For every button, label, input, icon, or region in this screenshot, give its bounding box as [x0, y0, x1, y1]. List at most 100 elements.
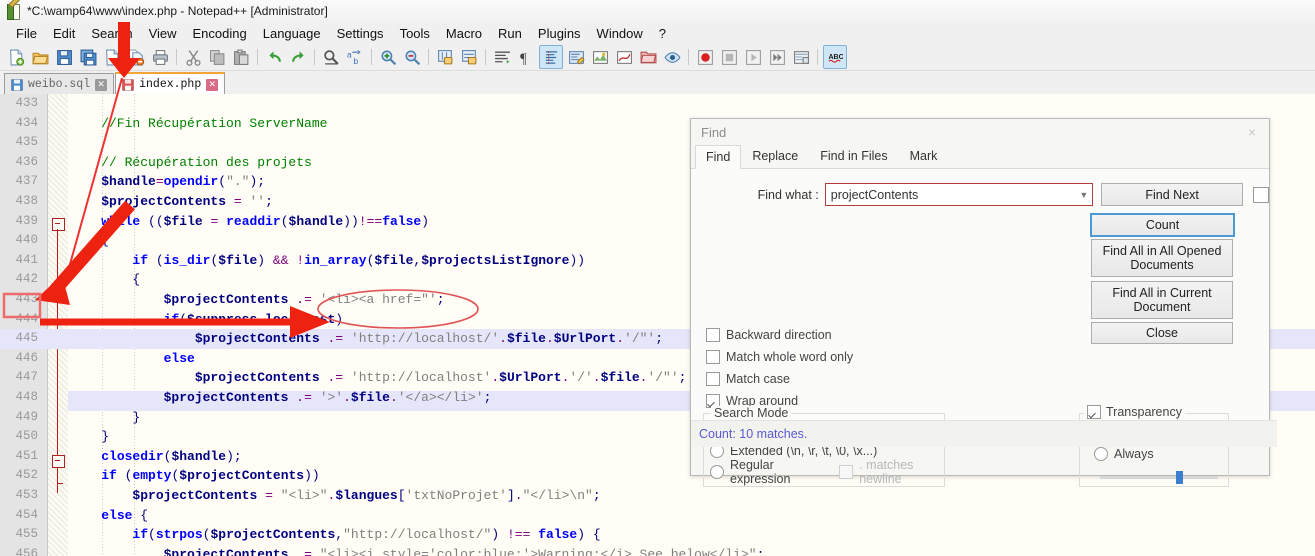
find-status-bar: Count: 10 matches. [691, 420, 1277, 447]
macro-play-icon[interactable] [742, 46, 764, 68]
copy-icon[interactable] [206, 46, 228, 68]
find-next-button[interactable]: Find Next [1101, 183, 1243, 206]
find-all-in-current-document-button[interactable]: Find All in Current Document [1091, 281, 1233, 319]
document-tab-weibo-sql[interactable]: weibo.sql ✕ [4, 73, 115, 95]
indent-guide-icon[interactable] [539, 45, 563, 69]
menu-item-tools[interactable]: Tools [392, 24, 438, 43]
checkbox[interactable] [706, 328, 720, 342]
tab-find[interactable]: Find [695, 145, 742, 169]
document-map-icon[interactable] [589, 46, 611, 68]
undo-icon[interactable] [263, 46, 285, 68]
replace-icon[interactable]: ab [344, 46, 366, 68]
tab-mark[interactable]: Mark [899, 144, 949, 168]
find-icon[interactable] [320, 46, 342, 68]
line-number: 441 [15, 252, 38, 267]
code-text: } [132, 409, 141, 425]
menu-item-help[interactable]: ? [651, 24, 674, 43]
save-all-icon[interactable] [77, 46, 99, 68]
zoom-out-icon[interactable] [401, 46, 423, 68]
toolbar-separator [176, 49, 177, 65]
close-file-icon[interactable] [101, 46, 123, 68]
dot-matches-newline-checkbox [839, 465, 854, 479]
line-number: 442 [15, 272, 38, 287]
close-icon[interactable]: × [1241, 123, 1263, 141]
code-line: 454 else { [0, 506, 1315, 526]
search-mode-regular-expression[interactable]: Regular expression . matches newline [710, 458, 944, 486]
saved-file-icon [11, 78, 23, 91]
sync-vertical-scroll-icon[interactable] [434, 46, 456, 68]
checkbox[interactable] [706, 350, 720, 364]
close-button[interactable]: Close [1091, 322, 1233, 344]
redo-icon[interactable] [287, 46, 309, 68]
radio[interactable] [710, 465, 724, 479]
find-all-in-all-opened-documents-button[interactable]: Find All in All Opened Documents [1091, 239, 1233, 277]
menu-item-plugins[interactable]: Plugins [530, 24, 589, 43]
monitoring-icon[interactable] [661, 46, 683, 68]
transparency-checkbox[interactable] [1087, 405, 1101, 419]
macro-stop-icon[interactable] [718, 46, 740, 68]
toolbar: ab ¶ ABC [0, 44, 1315, 71]
sync-horizontal-scroll-icon[interactable] [458, 46, 480, 68]
chevron-down-icon[interactable]: ▼ [1079, 190, 1088, 200]
close-icon[interactable]: ✕ [95, 78, 108, 91]
checkbox[interactable] [706, 372, 720, 386]
find-dialog[interactable]: Find × Find Replace Find in Files Mark F… [690, 118, 1277, 487]
paste-icon[interactable] [230, 46, 252, 68]
menu-item-file[interactable]: File [8, 24, 45, 43]
slider-handle[interactable] [1176, 471, 1183, 484]
macro-playback-multiple-icon[interactable] [766, 46, 788, 68]
transparency-always[interactable]: Always [1094, 445, 1228, 463]
document-tab-label: index.php [139, 78, 202, 91]
menu-item-encoding[interactable]: Encoding [185, 24, 255, 43]
menu-item-view[interactable]: View [141, 24, 185, 43]
line-number: 435 [15, 135, 38, 150]
document-tab-index-php[interactable]: index.php ✕ [115, 72, 226, 95]
radio[interactable] [1094, 447, 1108, 461]
word-wrap-icon[interactable] [491, 46, 513, 68]
menu-item-window[interactable]: Window [589, 24, 651, 43]
zoom-in-icon[interactable] [377, 46, 399, 68]
folder-as-workspace-icon[interactable] [637, 46, 659, 68]
code-text: } [101, 429, 110, 445]
function-list-icon[interactable] [613, 46, 635, 68]
code-text: { [132, 272, 141, 288]
new-file-icon[interactable] [5, 46, 27, 68]
transparency-option-label: Always [1114, 447, 1154, 461]
option-match-case[interactable]: Match case [706, 370, 853, 388]
close-icon[interactable]: ✕ [206, 78, 219, 91]
macro-record-icon[interactable] [694, 46, 716, 68]
tab-replace[interactable]: Replace [741, 144, 809, 168]
spell-check-icon[interactable]: ABC [823, 45, 847, 69]
user-defined-language-icon[interactable] [565, 46, 587, 68]
title-bar: *C:\wamp64\www\index.php - Notepad++ [Ad… [0, 0, 1315, 22]
cut-icon[interactable] [182, 46, 204, 68]
menu-item-macro[interactable]: Macro [438, 24, 490, 43]
find-dialog-tabs: Find Replace Find in Files Mark [691, 145, 1269, 169]
line-number: 448 [15, 390, 38, 404]
tab-find-in-files[interactable]: Find in Files [809, 144, 898, 168]
show-all-characters-icon[interactable]: ¶ [515, 46, 537, 68]
menu-item-search[interactable]: Search [83, 24, 140, 43]
open-file-icon[interactable] [29, 46, 51, 68]
option-backward-direction[interactable]: Backward direction [706, 326, 853, 344]
transparency-slider[interactable] [1100, 470, 1218, 484]
menu-item-edit[interactable]: Edit [45, 24, 83, 43]
code-line: 456 $projectContents .= "<li><i style='c… [0, 545, 1315, 556]
svg-text:a: a [347, 49, 352, 59]
code-text: $handle=opendir("."); [101, 174, 266, 190]
document-tab-label: weibo.sql [28, 78, 91, 91]
line-number: 456 [15, 546, 38, 556]
close-all-icon[interactable] [125, 46, 147, 68]
print-icon[interactable] [149, 46, 171, 68]
save-icon[interactable] [53, 46, 75, 68]
menu-item-run[interactable]: Run [490, 24, 530, 43]
find-dialog-pin-checkbox[interactable] [1253, 186, 1269, 203]
option-match-whole-word-only[interactable]: Match whole word only [706, 348, 853, 366]
count-button[interactable]: Count [1090, 213, 1235, 237]
macro-save-icon[interactable] [790, 46, 812, 68]
find-what-input[interactable]: projectContents ▼ [824, 183, 1094, 206]
code-text: $projectContents .= '>'.$file.'</a></li>… [163, 390, 492, 405]
menu-item-language[interactable]: Language [255, 24, 329, 43]
code-text: $projectContents = ''; [101, 194, 273, 209]
menu-item-settings[interactable]: Settings [329, 24, 392, 43]
